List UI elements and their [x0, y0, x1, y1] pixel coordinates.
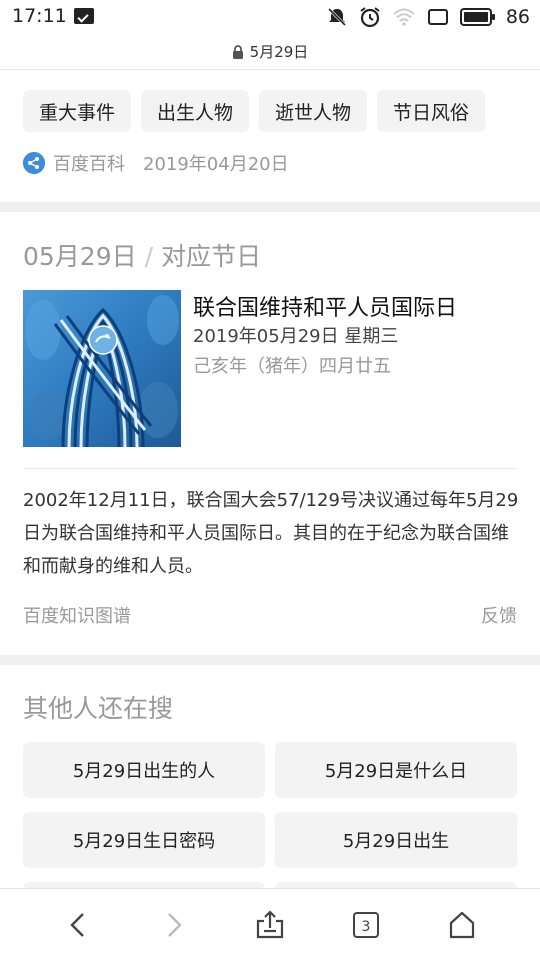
message-icon: [74, 8, 94, 24]
feedback-link[interactable]: 反馈: [481, 602, 517, 628]
forward-button[interactable]: [144, 895, 204, 955]
battery-level: 86: [505, 6, 530, 28]
share-button[interactable]: [240, 895, 300, 955]
source-row: 百度百科 2019年04月20日: [23, 150, 289, 176]
festival-date-label: 05月29日: [23, 242, 137, 271]
festival-image[interactable]: [23, 290, 181, 447]
category-chips: 重大事件 出生人物 逝世人物 节日风俗: [23, 90, 486, 132]
status-icons: 86: [326, 4, 530, 30]
section-divider: [0, 655, 540, 665]
alarm-icon: [360, 7, 380, 28]
tabs-icon: 3: [353, 911, 379, 938]
chip-festivals[interactable]: 节日风俗: [377, 90, 486, 132]
section-divider: [0, 202, 540, 212]
chip-major-events[interactable]: 重大事件: [23, 90, 132, 132]
festival-header: 05月29日 / 对应节日: [23, 237, 261, 273]
url-bar[interactable]: 5月29日: [0, 34, 540, 70]
baike-logo-icon: [23, 152, 45, 174]
wifi-icon: [393, 8, 415, 26]
back-button[interactable]: [48, 895, 108, 955]
chevron-left-icon: [70, 912, 84, 937]
chip-deaths[interactable]: 逝世人物: [259, 90, 368, 132]
status-time: 17:11: [12, 5, 67, 27]
tab-count: 3: [362, 919, 371, 935]
status-bar: 17:11 86: [0, 0, 540, 34]
battery-icon: [459, 8, 495, 26]
related-searches-title: 其他人还在搜: [23, 694, 174, 723]
home-icon: [449, 911, 475, 938]
header-separator: /: [144, 242, 154, 271]
festival-section-label: 对应节日: [161, 242, 262, 271]
home-button[interactable]: [432, 895, 492, 955]
related-search-item[interactable]: 5月29日出生: [275, 812, 517, 868]
chip-births[interactable]: 出生人物: [141, 90, 250, 132]
bottom-nav: 3: [0, 888, 540, 960]
source-name[interactable]: 百度百科: [53, 150, 125, 176]
lock-icon: [232, 44, 243, 59]
related-search-item[interactable]: 5月29日出生的人: [23, 742, 265, 798]
page-title: 5月29日: [249, 43, 309, 61]
source-date: 2019年04月20日: [143, 154, 289, 175]
related-search-item[interactable]: 5月29日生日密码: [23, 812, 265, 868]
festival-lunar-date: 己亥年（猪年）四月廿五: [193, 356, 391, 377]
tabs-button[interactable]: 3: [336, 895, 396, 955]
festival-title[interactable]: 联合国维持和平人员国际日: [193, 290, 457, 322]
festival-separator: [23, 468, 517, 469]
knowledge-graph-source: 百度知识图谱: [23, 606, 131, 627]
festival-gregorian-date: 2019年05月29日 星期三: [193, 326, 399, 347]
chevron-right-icon: [168, 912, 182, 937]
related-search-item[interactable]: 5月29日是什么日: [275, 742, 517, 798]
screen-icon: [427, 9, 448, 25]
festival-description: 2002年12月11日，联合国大会57/129号决议通过每年5月29日为联合国维…: [23, 490, 519, 577]
share-icon: [256, 909, 284, 938]
mute-icon: [327, 7, 346, 27]
